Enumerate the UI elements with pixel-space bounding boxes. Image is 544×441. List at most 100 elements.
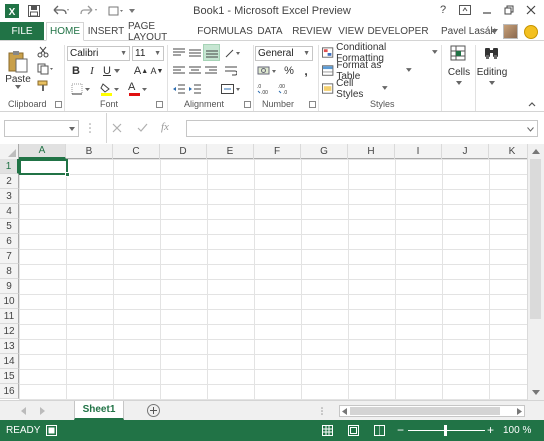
zoom-level[interactable]: 100 % xyxy=(503,425,531,436)
macro-record-icon[interactable] xyxy=(46,425,57,436)
tab-developer[interactable]: DEVELOPER xyxy=(367,22,428,41)
select-all-corner[interactable] xyxy=(0,144,19,159)
column-header[interactable]: I xyxy=(395,144,442,159)
italic-button[interactable]: I xyxy=(86,64,98,78)
user-menu-chevron-icon[interactable] xyxy=(492,29,498,34)
orientation-icon[interactable] xyxy=(224,47,242,59)
tab-view[interactable]: VIEW xyxy=(336,22,366,41)
confirm-entry-icon[interactable] xyxy=(137,123,148,133)
font-size-select[interactable]: 11 ▼ xyxy=(132,46,164,61)
row-header[interactable]: 14 xyxy=(0,354,19,369)
tab-review[interactable]: REVIEW xyxy=(290,22,334,41)
number-format-select[interactable]: General ▼ xyxy=(255,46,313,61)
tab-insert[interactable]: INSERT xyxy=(86,22,126,41)
grow-font-button[interactable]: A ▲ xyxy=(134,64,148,78)
row-header[interactable]: 4 xyxy=(0,204,19,219)
minimize-icon[interactable] xyxy=(478,2,496,18)
underline-menu-icon[interactable] xyxy=(114,68,120,74)
zoom-in-icon[interactable]: + xyxy=(487,423,494,437)
tab-home[interactable]: HOME xyxy=(46,22,84,41)
cell-styles-button[interactable]: Cell Styles xyxy=(322,78,388,100)
previous-sheet-icon[interactable] xyxy=(20,407,26,415)
percent-style-button[interactable]: % xyxy=(283,64,295,78)
cells-button[interactable]: Cells xyxy=(446,45,472,95)
row-header[interactable]: 8 xyxy=(0,264,19,279)
row-header[interactable]: 16 xyxy=(0,384,19,399)
format-painter-icon[interactable] xyxy=(36,79,50,93)
font-name-select[interactable]: Calibri ▼ xyxy=(67,46,130,61)
row-header[interactable]: 7 xyxy=(0,249,19,264)
new-sheet-button[interactable] xyxy=(147,404,160,417)
column-header[interactable]: E xyxy=(207,144,254,159)
row-header[interactable]: 12 xyxy=(0,324,19,339)
normal-view-icon[interactable] xyxy=(322,425,333,436)
collapse-ribbon-icon[interactable] xyxy=(526,99,538,109)
feedback-smiley-icon[interactable] xyxy=(524,25,538,39)
copy-icon[interactable] xyxy=(36,62,54,76)
row-header[interactable]: 9 xyxy=(0,279,19,294)
horizontal-scrollbar[interactable] xyxy=(339,405,525,417)
next-sheet-icon[interactable] xyxy=(40,407,46,415)
avatar[interactable] xyxy=(503,24,518,39)
fill-color-button[interactable] xyxy=(99,82,121,96)
column-header[interactable]: G xyxy=(301,144,348,159)
help-button[interactable]: ? xyxy=(434,2,452,18)
comma-style-button[interactable]: , xyxy=(300,64,312,78)
column-header[interactable]: D xyxy=(160,144,207,159)
column-header[interactable]: C xyxy=(113,144,160,159)
restore-icon[interactable] xyxy=(500,2,518,18)
horizontal-scroll-thumb[interactable] xyxy=(350,407,500,415)
shrink-font-button[interactable]: A ▼ xyxy=(150,64,164,78)
row-header[interactable]: 10 xyxy=(0,294,19,309)
merge-center-icon[interactable] xyxy=(220,83,242,95)
conditional-formatting-button[interactable]: Conditional Formatting xyxy=(322,42,438,64)
name-box[interactable] xyxy=(4,120,79,137)
align-middle-icon[interactable] xyxy=(188,47,202,59)
bold-button[interactable]: B xyxy=(70,64,82,78)
paste-button[interactable]: Paste xyxy=(4,45,32,95)
zoom-slider-thumb[interactable] xyxy=(444,425,447,436)
row-header[interactable]: 6 xyxy=(0,234,19,249)
fill-handle[interactable] xyxy=(65,172,70,177)
tab-page-layout[interactable]: PAGE LAYOUT xyxy=(128,21,196,43)
row-header[interactable]: 5 xyxy=(0,219,19,234)
scroll-right-icon[interactable] xyxy=(517,408,522,415)
cut-icon[interactable] xyxy=(36,45,50,59)
tab-split-handle[interactable] xyxy=(320,406,324,416)
row-header[interactable]: 11 xyxy=(0,309,19,324)
ribbon-display-options-icon[interactable] xyxy=(456,2,474,18)
column-header[interactable]: J xyxy=(442,144,489,159)
alignment-launcher-icon[interactable] xyxy=(244,101,251,108)
row-header[interactable]: 15 xyxy=(0,369,19,384)
increase-decimal-icon[interactable]: .0.00 xyxy=(257,82,273,96)
scroll-down-icon[interactable] xyxy=(532,390,540,396)
align-right-icon[interactable] xyxy=(204,65,218,77)
sheet-tab-sheet1[interactable]: Sheet1 xyxy=(74,401,124,420)
column-header[interactable]: H xyxy=(348,144,395,159)
vertical-scroll-thumb[interactable] xyxy=(530,159,541,319)
wrap-text-icon[interactable] xyxy=(224,65,238,77)
scroll-up-icon[interactable] xyxy=(532,148,540,154)
number-launcher-icon[interactable] xyxy=(309,101,316,108)
tab-formulas[interactable]: FORMULAS xyxy=(197,22,253,41)
close-icon[interactable] xyxy=(522,2,540,18)
scroll-left-icon[interactable] xyxy=(342,408,347,415)
decrease-decimal-icon[interactable]: .00.0 xyxy=(278,82,294,96)
borders-button[interactable] xyxy=(70,82,92,96)
tab-data[interactable]: DATA xyxy=(254,22,286,41)
zoom-out-icon[interactable]: − xyxy=(397,423,404,437)
splitter-handle[interactable] xyxy=(88,122,92,134)
formula-input[interactable] xyxy=(186,120,538,137)
font-launcher-icon[interactable] xyxy=(156,101,163,108)
column-header[interactable]: A xyxy=(19,144,66,159)
decrease-indent-icon[interactable] xyxy=(172,83,186,95)
align-top-icon[interactable] xyxy=(172,47,186,59)
user-account[interactable]: Pavel Lasák xyxy=(441,26,495,37)
align-center-icon[interactable] xyxy=(188,65,202,77)
increase-indent-icon[interactable] xyxy=(188,83,202,95)
page-layout-view-icon[interactable] xyxy=(348,425,359,436)
insert-function-button[interactable]: fx xyxy=(161,121,169,133)
editing-button[interactable]: Editing xyxy=(477,45,507,95)
row-header[interactable]: 1 xyxy=(0,159,19,174)
accounting-format-icon[interactable] xyxy=(256,64,278,78)
